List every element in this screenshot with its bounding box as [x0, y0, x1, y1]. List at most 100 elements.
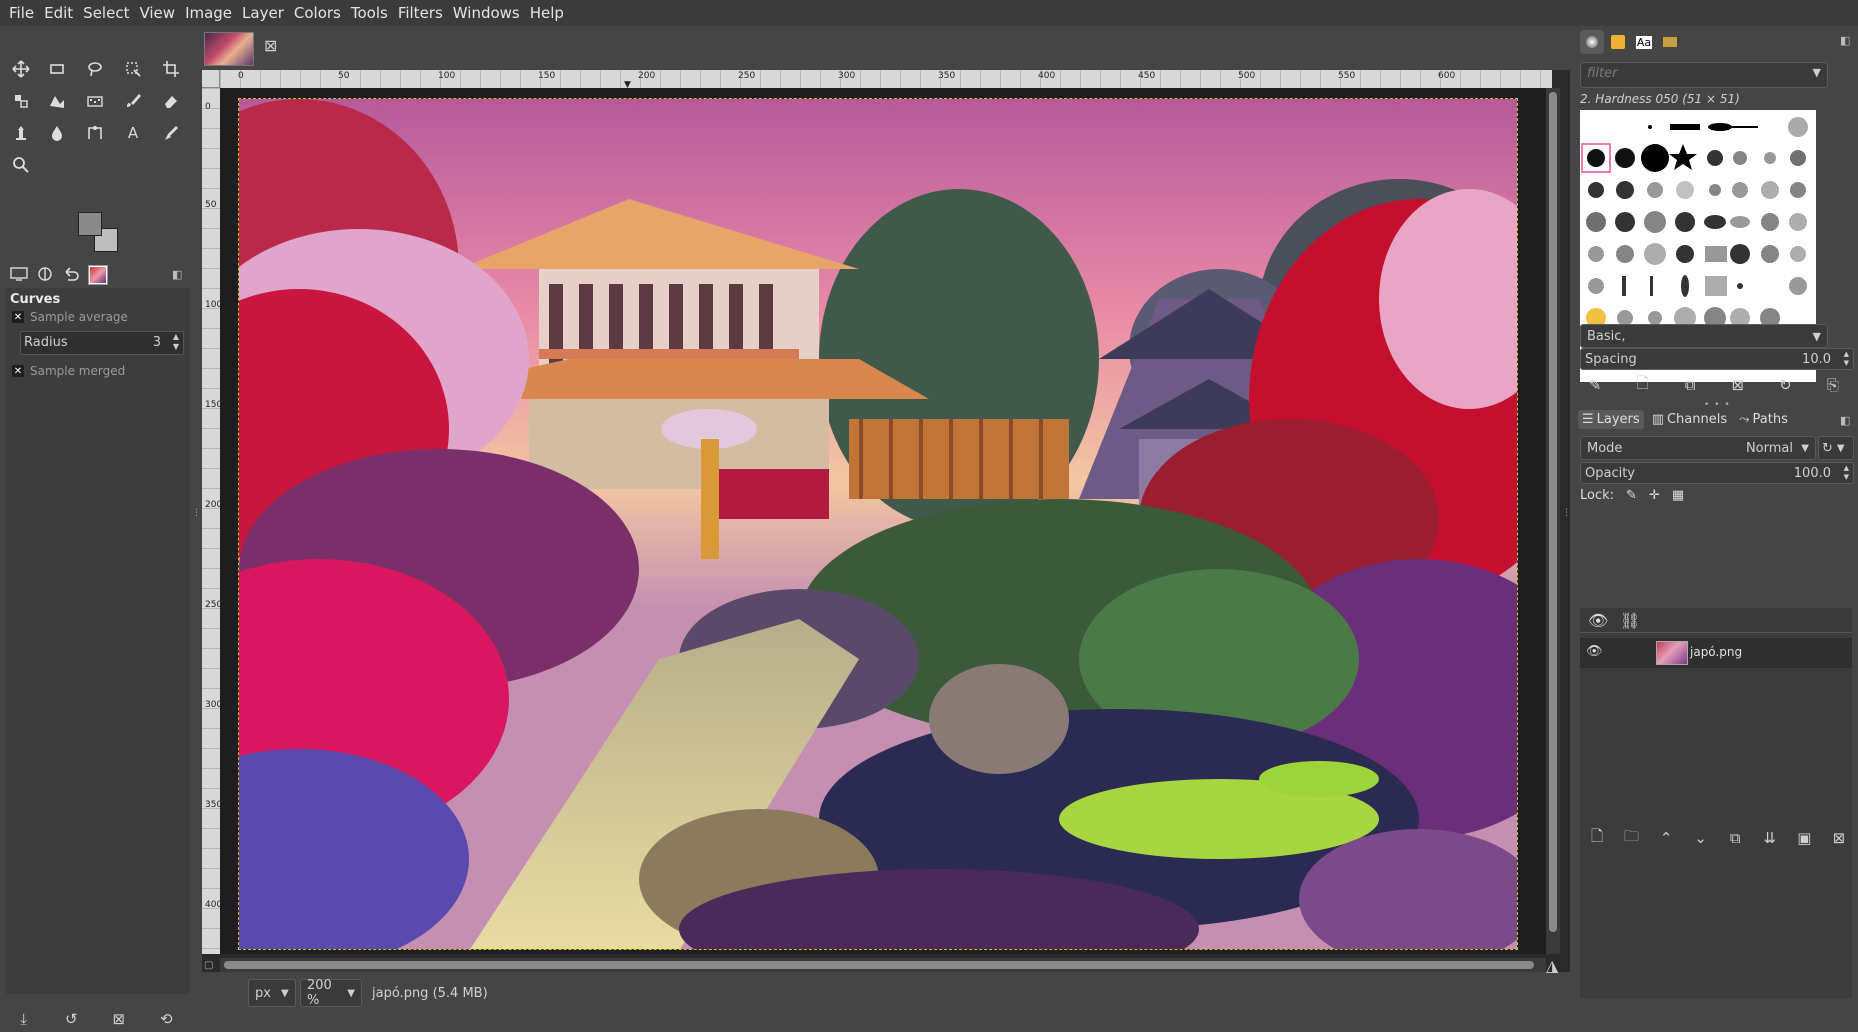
right-dock-handle-icon[interactable]: ⋮ — [1562, 508, 1571, 518]
menu-edit[interactable]: Edit — [39, 0, 78, 26]
left-dock-handle-icon[interactable]: ⋮ — [192, 508, 201, 518]
raise-layer-icon[interactable]: ⌃ — [1655, 829, 1677, 847]
spacing-spinbox[interactable]: Spacing 10.0 ▲ ▼ — [1580, 348, 1854, 370]
vertical-scrollbar[interactable] — [1546, 88, 1560, 954]
tab-paths[interactable]: ⤳ Paths — [1735, 410, 1792, 429]
configure-tab-icon[interactable]: ◧ — [1840, 34, 1850, 47]
document-history-tab-icon[interactable] — [1658, 30, 1682, 54]
mask-toggle-icon[interactable]: ▢ — [204, 960, 213, 971]
merge-layer-icon[interactable]: ⇊ — [1759, 829, 1781, 847]
menu-image[interactable]: Image — [180, 0, 237, 26]
undo-history-tab-icon[interactable] — [62, 266, 80, 286]
menu-filters[interactable]: Filters — [393, 0, 448, 26]
open-brush-icon[interactable]: ⎘ — [1822, 376, 1844, 394]
tool-options-tab-icon[interactable] — [10, 266, 28, 286]
eraser-icon[interactable] — [160, 90, 182, 112]
duplicate-brush-icon[interactable]: ⧉ — [1679, 376, 1701, 394]
restore-options-icon[interactable]: ↺ — [60, 1010, 82, 1028]
text-tool-icon[interactable]: A — [122, 122, 144, 144]
lower-layer-icon[interactable]: ⌄ — [1690, 829, 1712, 847]
reset-options-icon[interactable]: ⟲ — [155, 1010, 177, 1028]
opacity-spinbox[interactable]: Opacity 100.0 ▲ ▼ — [1580, 462, 1854, 484]
visibility-header-icon[interactable]: 👁 — [1588, 611, 1608, 630]
opacity-stepper-icon[interactable]: ▲ ▼ — [1844, 464, 1849, 482]
layer-mode-select[interactable]: Mode Normal ▼ — [1580, 436, 1816, 460]
zoom-select[interactable]: 200 % ▼ — [300, 978, 362, 1008]
image-tab-thumbnail[interactable] — [204, 32, 254, 66]
color-picker-icon[interactable] — [160, 122, 182, 144]
menu-file[interactable]: File — [4, 0, 39, 26]
move-tool-icon[interactable] — [10, 58, 32, 80]
edit-brush-icon[interactable]: ✎ — [1584, 376, 1606, 394]
tab-layers[interactable]: ☰ Layers — [1578, 410, 1644, 429]
warp-transform-icon[interactable] — [46, 90, 68, 112]
spacing-stepper-icon[interactable]: ▲ ▼ — [1844, 350, 1849, 368]
fonts-tab-icon[interactable]: Aa — [1632, 30, 1656, 54]
navigate-icon[interactable]: ◮ — [1546, 956, 1558, 975]
configure-tab-icon[interactable]: ◧ — [1840, 414, 1850, 427]
images-tab-icon[interactable] — [88, 265, 108, 285]
vruler-label: 50 — [205, 200, 217, 210]
tab-channels[interactable]: ▥ Channels — [1648, 410, 1731, 429]
layer-mask-icon[interactable]: ▣ — [1793, 829, 1815, 847]
foreground-color-swatch[interactable] — [78, 212, 102, 236]
delete-layer-icon[interactable]: ⊠ — [1828, 829, 1850, 847]
paintbrush-icon[interactable] — [122, 90, 144, 112]
fg-bg-colors[interactable] — [78, 212, 118, 252]
lock-position-icon[interactable]: ✛ — [1649, 488, 1660, 503]
brush-preset-select[interactable]: Basic, ▼ — [1580, 324, 1828, 348]
menu-tools[interactable]: Tools — [346, 0, 393, 26]
configure-tab-icon[interactable]: ◧ — [172, 268, 182, 281]
layer-visibility-icon[interactable]: 👁 — [1586, 644, 1603, 659]
horizontal-ruler[interactable]: 0 50 100 150 200 250 300 350 400 450 500… — [220, 70, 1552, 89]
zoom-tool-icon[interactable] — [10, 154, 32, 176]
pane-handle-icon[interactable]: • • • — [1704, 400, 1731, 410]
lasso-icon[interactable] — [84, 58, 106, 80]
sample-merged-checkbox[interactable]: ✕ — [12, 365, 24, 377]
gradient-icon[interactable] — [84, 90, 106, 112]
horizontal-scroll-thumb[interactable] — [224, 961, 1534, 969]
device-status-tab-icon[interactable] — [36, 266, 54, 286]
new-layer-icon[interactable]: 🗋 — [1586, 826, 1608, 851]
vertical-scroll-thumb[interactable] — [1549, 92, 1557, 932]
image-canvas[interactable] — [238, 98, 1518, 950]
chain-header-icon[interactable]: ⛓ — [1620, 611, 1640, 630]
layer-list[interactable]: 👁 ⛓ 👁 japó.png — [1580, 608, 1852, 998]
layer-mode-switch[interactable]: ↻ ▼ — [1818, 436, 1854, 460]
menu-layer[interactable]: Layer — [237, 0, 289, 26]
list-item[interactable]: 👁 japó.png — [1580, 638, 1852, 668]
lock-pixels-icon[interactable]: ✎ — [1626, 488, 1637, 503]
menu-colors[interactable]: Colors — [289, 0, 346, 26]
sample-average-checkbox[interactable]: ✕ — [12, 311, 24, 323]
brushes-tab-icon[interactable] — [1580, 30, 1604, 54]
menu-windows[interactable]: Windows — [448, 0, 525, 26]
menu-view[interactable]: View — [134, 0, 180, 26]
menu-select[interactable]: Select — [78, 0, 134, 26]
paths-tool-icon[interactable] — [84, 122, 106, 144]
smudge-icon[interactable] — [46, 122, 68, 144]
unit-select[interactable]: px ▼ — [248, 979, 296, 1007]
brush-filter-input[interactable]: filter ▼ — [1580, 62, 1828, 88]
clone-icon[interactable] — [10, 122, 32, 144]
horizontal-scrollbar[interactable] — [220, 958, 1546, 972]
unified-transform-icon[interactable] — [10, 90, 32, 112]
new-layer-group-icon[interactable]: 🗀 — [1621, 826, 1643, 851]
rect-select-icon[interactable] — [46, 58, 68, 80]
delete-options-icon[interactable]: ⊠ — [108, 1010, 130, 1028]
close-image-tab-icon[interactable]: ⊠ — [264, 36, 277, 55]
fuzzy-select-icon[interactable] — [122, 58, 144, 80]
radius-stepper-icon[interactable]: ▲ ▼ — [173, 332, 179, 352]
vertical-ruler[interactable]: 0 50 100 150 200 250 300 350 400 — [202, 88, 221, 954]
refresh-brushes-icon[interactable]: ↻ — [1774, 376, 1796, 394]
hruler-label: 200 — [638, 71, 656, 81]
quick-mask-corner[interactable] — [202, 70, 220, 88]
new-brush-icon[interactable]: 🗋 — [1632, 373, 1654, 398]
duplicate-layer-icon[interactable]: ⧉ — [1724, 829, 1746, 847]
patterns-tab-icon[interactable] — [1606, 30, 1630, 54]
delete-brush-icon[interactable]: ⊠ — [1727, 376, 1749, 394]
radius-spinbox[interactable]: Radius 3 ▲ ▼ — [20, 331, 184, 355]
lock-alpha-icon[interactable]: ▦ — [1672, 488, 1684, 503]
save-options-icon[interactable]: ⤓ — [13, 1010, 35, 1028]
menu-help[interactable]: Help — [525, 0, 569, 26]
crop-icon[interactable] — [160, 58, 182, 80]
